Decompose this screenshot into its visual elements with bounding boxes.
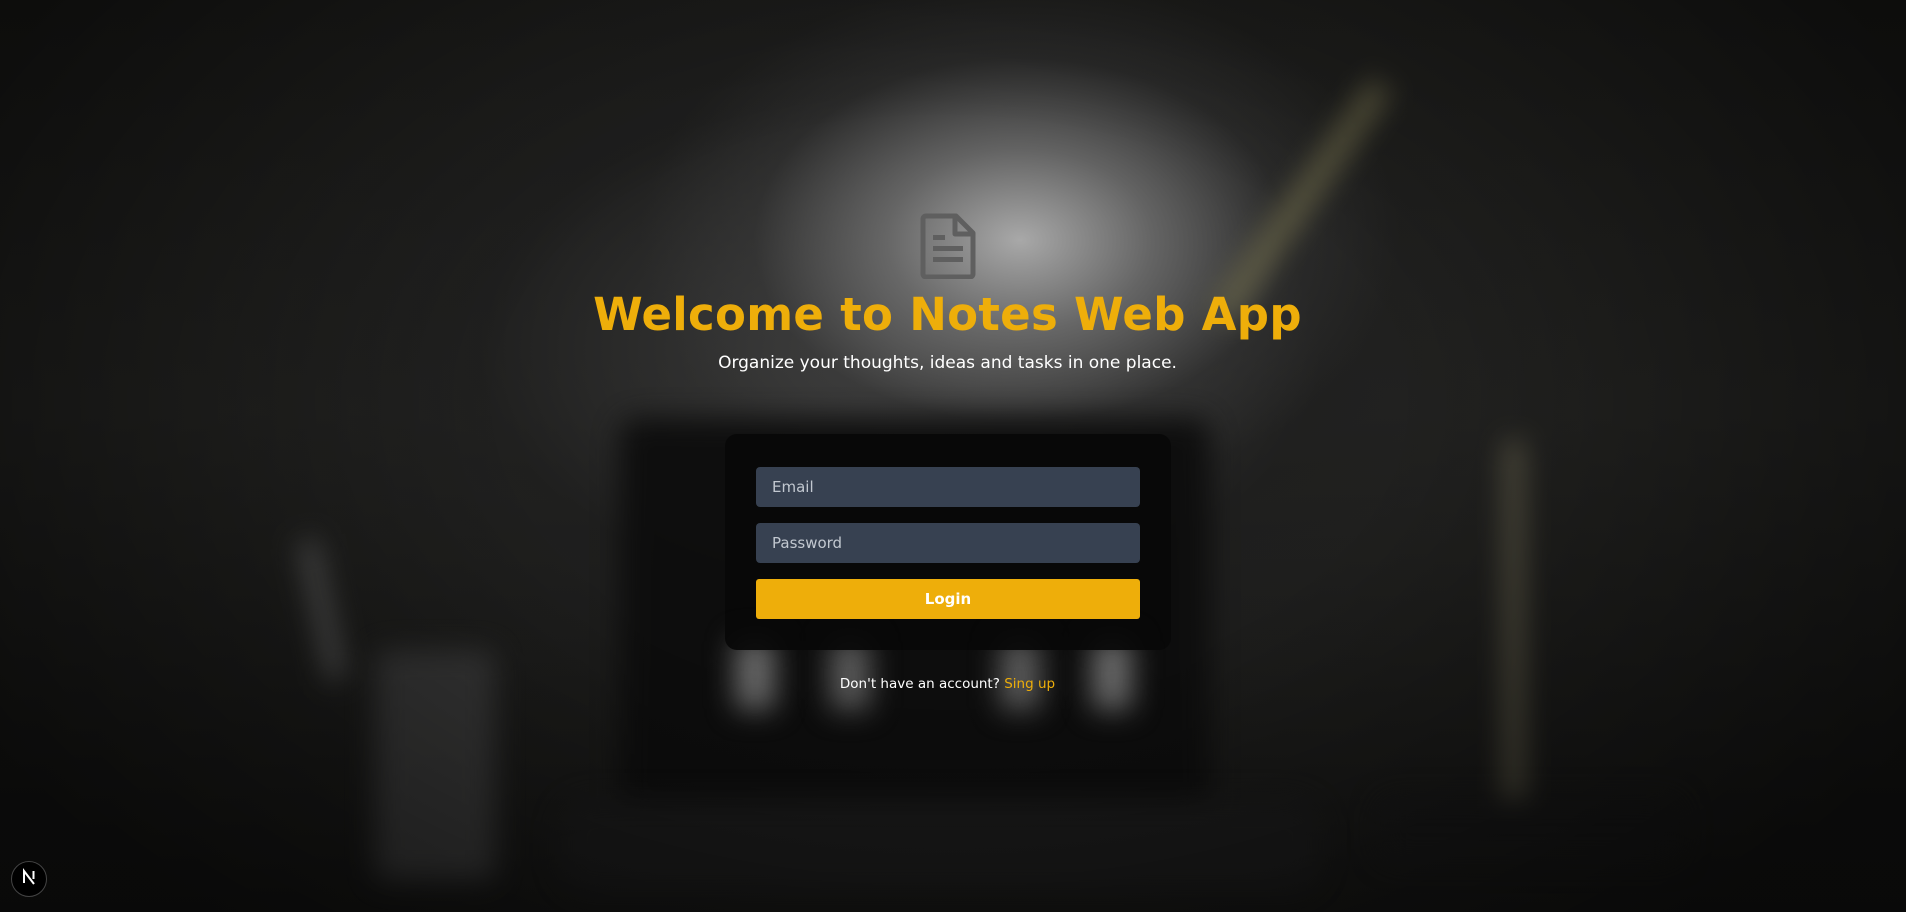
nextjs-logo-icon — [19, 867, 39, 891]
nextjs-dev-badge[interactable] — [11, 861, 47, 897]
page-subtitle: Organize your thoughts, ideas and tasks … — [718, 353, 1177, 373]
signup-link[interactable]: Sing up — [1004, 676, 1055, 692]
login-card: Login — [725, 434, 1171, 650]
document-icon — [920, 213, 976, 280]
signup-prompt-text: Don't have an account? — [839, 676, 1000, 692]
email-input[interactable] — [756, 467, 1140, 507]
page-title: Welcome to Notes Web App — [593, 288, 1302, 341]
password-input[interactable] — [756, 523, 1140, 563]
signup-prompt-line: Don't have an account? Sing up — [0, 676, 1895, 692]
login-button[interactable]: Login — [756, 579, 1140, 619]
